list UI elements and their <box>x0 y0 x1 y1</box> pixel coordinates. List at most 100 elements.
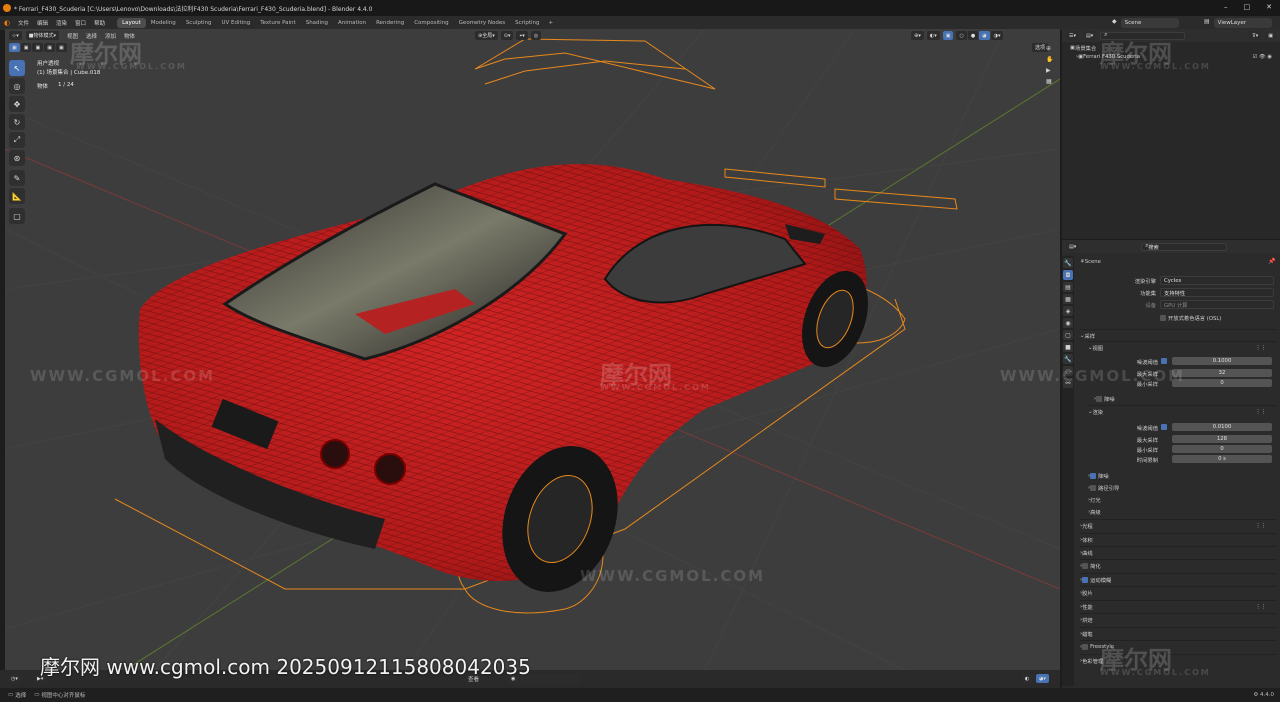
transform-orientation[interactable]: ⊕ 全局 ▾ <box>475 31 498 40</box>
editor-type-icon[interactable]: ⊹▾ <box>9 31 22 40</box>
maximize-button[interactable]: □ <box>1244 3 1251 11</box>
tab-modeling[interactable]: Modeling <box>146 18 181 28</box>
subsection-advanced[interactable]: › 高级 <box>1088 506 1276 518</box>
subsection-path-guiding[interactable]: › 路径引导 <box>1088 482 1276 494</box>
shading-wireframe-icon[interactable]: ○ <box>956 31 967 40</box>
world-tab-icon[interactable]: ◉ <box>1063 318 1073 328</box>
proportional-edit-icon[interactable]: ◎ <box>530 31 542 40</box>
render-max-field[interactable]: 128 <box>1172 435 1272 443</box>
osl-checkbox[interactable]: 开放式着色语言 (OSL) <box>1160 314 1221 322</box>
mode-selector[interactable]: ■ 物体模式 ▾ <box>25 31 59 40</box>
denoise-check[interactable] <box>1096 396 1103 402</box>
select-subtract-icon[interactable]: ▣ <box>32 43 44 52</box>
rotate-tool-icon[interactable]: ↻ <box>9 114 25 130</box>
render-engine-select[interactable]: Cycles <box>1160 276 1274 285</box>
motion-blur-check[interactable] <box>1082 576 1089 583</box>
xray-toggle[interactable]: ▣ <box>942 31 954 40</box>
list-icon[interactable]: ⋮⋮ <box>1255 523 1266 529</box>
annotate-tool-icon[interactable]: ✎ <box>9 170 25 186</box>
timeline-editor-icon[interactable]: ◷▾ <box>8 674 21 683</box>
tab-animation[interactable]: Animation <box>333 18 371 28</box>
blender-menu-icon[interactable]: ◐ <box>0 19 14 27</box>
move-tool-icon[interactable]: ✥ <box>9 96 25 112</box>
menu-window[interactable]: 窗口 <box>71 19 90 27</box>
path-guiding-check[interactable] <box>1090 485 1097 491</box>
timeline-shading-icon[interactable]: ◕▾ <box>1036 674 1049 683</box>
tab-scripting[interactable]: Scripting <box>510 18 544 28</box>
tab-shading[interactable]: Shading <box>301 18 333 28</box>
viewport-noise-field[interactable]: 0.1000 <box>1172 357 1272 365</box>
render-noise-field[interactable]: 0.0100 <box>1172 423 1272 431</box>
add-cube-tool-icon[interactable]: ▢ <box>9 208 25 224</box>
close-button[interactable]: ✕ <box>1266 3 1272 11</box>
timeline-overlay-icon[interactable]: ◐ <box>1022 674 1033 683</box>
osl-check[interactable] <box>1160 315 1166 321</box>
select-intersect-icon[interactable]: ▣ <box>55 43 67 52</box>
object-tab-icon[interactable]: ■ <box>1063 342 1073 352</box>
snap-icon[interactable]: ⌖▾ <box>516 31 528 40</box>
viewport-noise-check[interactable] <box>1161 358 1167 364</box>
select-extend-icon[interactable]: ▣ <box>20 43 32 52</box>
properties-search-input[interactable]: ⌕ 搜索 <box>1141 242 1228 251</box>
device-select[interactable]: GPU 计算 <box>1160 300 1274 309</box>
new-collection-icon[interactable]: ▣ <box>1265 31 1276 40</box>
tab-uv-editing[interactable]: UV Editing <box>217 18 256 28</box>
list-icon[interactable]: ⋮⋮ <box>1255 409 1266 415</box>
tab-compositing[interactable]: Compositing <box>409 18 453 28</box>
cursor-tool-icon[interactable]: ◎ <box>9 78 25 94</box>
tab-layout[interactable]: Layout <box>117 18 146 28</box>
viewport-subsection[interactable]: ⌄ 视图 ⋮⋮ <box>1088 341 1276 353</box>
shading-rendered-icon[interactable]: ◑▾ <box>990 31 1004 40</box>
viewport-min-field[interactable]: 0 <box>1172 379 1272 387</box>
overlay-icon[interactable]: ◐▾ <box>926 31 940 40</box>
view-layer-selector[interactable]: ViewLayer <box>1213 18 1272 28</box>
tool-tab-icon[interactable]: 🔧 <box>1063 258 1073 268</box>
list-icon[interactable]: ⋮⋮ <box>1255 604 1266 610</box>
3d-viewport[interactable] <box>5 29 1060 670</box>
freestyle-check[interactable] <box>1082 643 1089 650</box>
display-mode-icon[interactable]: ▤▾ <box>1083 31 1097 40</box>
add-workspace-button[interactable]: + <box>545 20 558 26</box>
transform-tool-icon[interactable]: ⊛ <box>9 150 25 166</box>
filter-icon[interactable]: ⊽▾ <box>1249 31 1262 40</box>
subsection-denoise[interactable]: › 降噪 <box>1088 470 1276 482</box>
subsection-lights[interactable]: › 灯光 <box>1088 494 1276 506</box>
section-light-paths[interactable]: › 光程 ⋮⋮ <box>1080 519 1276 531</box>
pivot-icon[interactable]: ⊙▾ <box>500 31 514 40</box>
list-icon[interactable]: ⋮⋮ <box>1255 345 1266 351</box>
render-subsection[interactable]: ⌄ 渲染 ⋮⋮ <box>1088 405 1276 417</box>
section-bake[interactable]: › 烘焙 <box>1080 613 1276 625</box>
pan-icon[interactable]: ✋ <box>1046 56 1056 63</box>
select-box-tool-icon[interactable]: ↖ <box>9 60 25 76</box>
visibility-icons[interactable]: ☑ 👁 ◉ <box>1253 54 1272 60</box>
viewport-gizmo-icon[interactable]: ⊕▾ <box>911 31 924 40</box>
menu-render[interactable]: 渲染 <box>52 19 71 27</box>
render-min-field[interactable]: 0 <box>1172 445 1272 453</box>
tab-geometry-nodes[interactable]: Geometry Nodes <box>454 18 510 28</box>
simplify-check[interactable] <box>1082 562 1089 569</box>
section-volumes[interactable]: › 体积 <box>1080 533 1276 545</box>
menu-help[interactable]: 帮助 <box>90 19 109 27</box>
tab-texture-paint[interactable]: Texture Paint <box>255 18 301 28</box>
measure-tool-icon[interactable]: 📐 <box>9 188 25 204</box>
section-film[interactable]: › 胶片 <box>1080 586 1276 598</box>
section-curves[interactable]: › 曲线 <box>1080 546 1276 558</box>
zoom-icon[interactable]: ⊕ <box>1046 45 1056 52</box>
section-simplify[interactable]: › 简化 <box>1080 559 1276 571</box>
scale-tool-icon[interactable]: ⤢ <box>9 132 25 148</box>
sampling-section[interactable]: ⌄ 采样 <box>1080 329 1276 341</box>
view-layer-tab-icon[interactable]: ▦ <box>1063 294 1073 304</box>
select-new-icon[interactable]: ▣ <box>9 43 20 52</box>
select-invert-icon[interactable]: ▣ <box>44 43 55 52</box>
time-limit-field[interactable]: 0 s <box>1172 455 1272 463</box>
collection-tab-icon[interactable]: ▢ <box>1063 330 1073 340</box>
render-denoise-check[interactable] <box>1090 473 1097 479</box>
render-tab-icon[interactable]: ◘ <box>1063 270 1073 280</box>
camera-icon[interactable]: ▶ <box>1046 67 1056 74</box>
viewport-denoise-subsection[interactable]: › 降噪 <box>1094 393 1276 405</box>
outliner-editor-icon[interactable]: ☰▾ <box>1066 31 1079 40</box>
ortho-icon[interactable]: ▦ <box>1046 78 1056 85</box>
section-performance[interactable]: › 性能 ⋮⋮ <box>1080 600 1276 612</box>
properties-editor-icon[interactable]: ▤▾ <box>1066 242 1080 251</box>
section-motion-blur[interactable]: › 运动模糊 <box>1080 573 1276 585</box>
